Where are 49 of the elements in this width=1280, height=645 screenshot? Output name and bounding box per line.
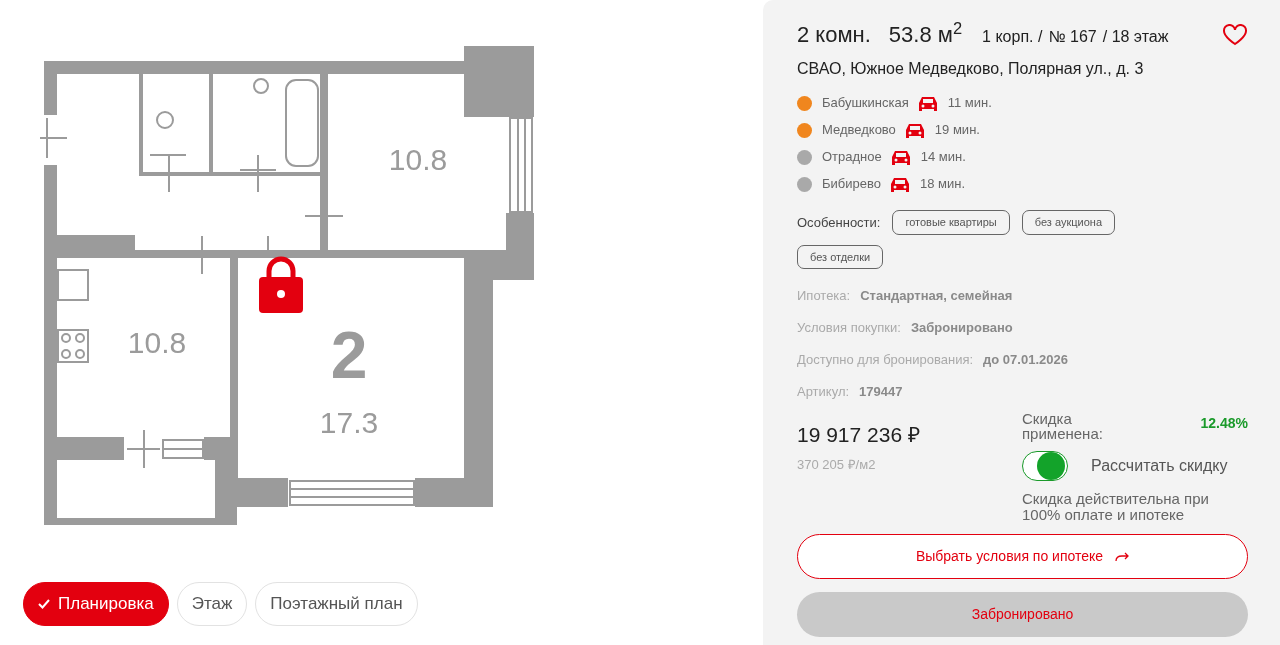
travel-time: 14 мин. xyxy=(920,148,966,167)
discount-value: 12.48% xyxy=(1200,414,1248,433)
info-value: 179447 xyxy=(859,382,903,401)
view-tab[interactable]: Этаж xyxy=(176,582,248,626)
floor: / 18 этаж xyxy=(1102,27,1169,47)
info-value: до 07.01.2026 xyxy=(983,350,1068,369)
heart-icon[interactable] xyxy=(1222,23,1248,46)
discount-note: Скидка действительна при 100% оплате и ипотеке xyxy=(1022,491,1210,523)
discount-toggle[interactable] xyxy=(1022,451,1068,481)
feature-tag: без аукциона xyxy=(1021,210,1115,235)
toggle-label: Рассчитать скидку xyxy=(1091,456,1228,476)
travel-time: 19 мин. xyxy=(934,121,980,140)
feature-tag: готовые квартиры xyxy=(892,210,1010,235)
price: 19 917 236 ₽ xyxy=(797,422,921,448)
info-label: Артикул: xyxy=(797,382,850,401)
room-count: 2 xyxy=(330,322,368,388)
flat-number: № 167 xyxy=(1048,27,1097,47)
info-value: Забронировано xyxy=(910,318,1013,337)
building: 1 корп. / xyxy=(982,27,1043,47)
rooms-count: 2 комн. xyxy=(797,21,871,49)
car-icon xyxy=(904,121,925,139)
room-area: 17.3 xyxy=(319,408,379,438)
metro-station: Бабушкинская xyxy=(822,94,909,113)
info-label: Доступно для бронирования: xyxy=(797,350,974,369)
flat-area: 53.8 м$^{2}$ xyxy=(888,18,963,51)
travel-time: 18 мин. xyxy=(919,175,965,194)
address: СВАО, Южное Медведково, Полярная ул., д. 3 xyxy=(797,59,1145,79)
metro-station: Медведково xyxy=(822,121,896,140)
car-icon xyxy=(917,94,938,112)
info-label: Ипотека: xyxy=(797,286,851,305)
travel-time: 11 мин. xyxy=(947,94,992,113)
view-tab[interactable]: Планировка xyxy=(23,582,169,626)
checkmark-icon xyxy=(38,599,50,609)
room-area: 10.8 xyxy=(127,328,187,358)
car-icon xyxy=(890,148,911,166)
view-tab[interactable]: Поэтажный план xyxy=(255,582,418,626)
info-value: Стандартная, семейная xyxy=(860,286,1013,305)
discount-label: Скидка применена: xyxy=(1022,411,1104,441)
room-area: 10.8 xyxy=(388,145,448,175)
car-icon xyxy=(889,175,910,193)
metro-station: Бибирево xyxy=(822,175,881,194)
mortgage-button[interactable]: Выбрать условия по ипотеке xyxy=(797,534,1248,579)
price-per-m2: 370 205 ₽/м2 xyxy=(797,455,877,474)
arrow-icon xyxy=(1115,551,1130,562)
metro-station: Отрадное xyxy=(822,148,882,167)
booked-button[interactable]: Забронировано xyxy=(797,592,1248,637)
info-label: Условия покупки: xyxy=(797,318,901,337)
feature-tag: без отделки xyxy=(797,244,884,269)
features-label: Особенности: xyxy=(797,213,881,232)
